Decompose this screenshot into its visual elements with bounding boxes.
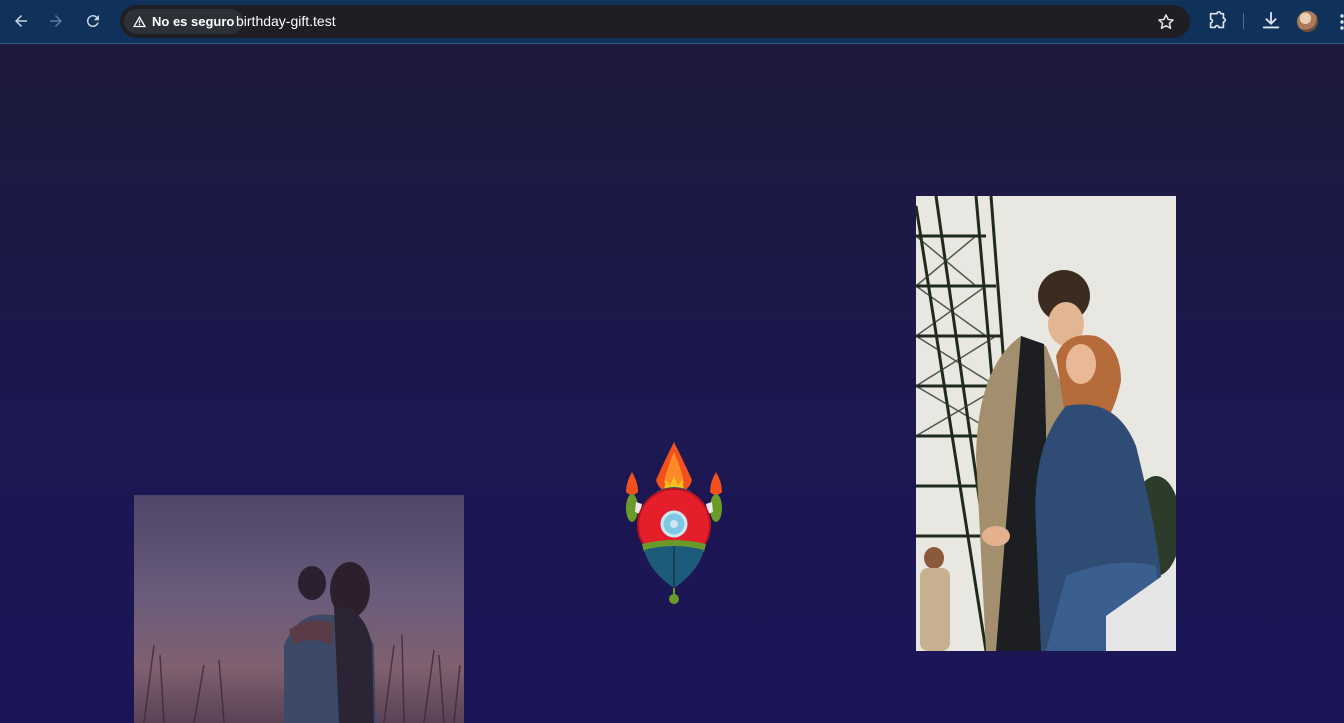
rocket-icon	[626, 442, 722, 604]
url-text[interactable]: birthday-gift.test	[236, 13, 336, 29]
page-background	[0, 44, 1344, 723]
address-bar[interactable]: No es seguro birthday-gift.test	[120, 5, 1190, 38]
couple-in-field-photo	[134, 495, 464, 723]
toolbar-separator	[1243, 13, 1244, 29]
reload-button[interactable]	[80, 8, 106, 34]
star-icon[interactable]	[1156, 12, 1176, 32]
back-button[interactable]	[8, 8, 34, 34]
download-icon[interactable]	[1260, 10, 1282, 32]
reload-icon	[86, 15, 99, 28]
forward-arrow-icon	[50, 15, 62, 27]
couple-eiffel-tower-photo	[916, 196, 1176, 651]
forward-button[interactable]	[43, 8, 69, 34]
security-chip[interactable]: No es seguro	[124, 9, 244, 34]
warning-icon	[132, 15, 147, 28]
security-label: No es seguro	[152, 14, 235, 29]
extensions-icon[interactable]	[1206, 10, 1228, 32]
browser-toolbar: No es seguro birthday-gift.test	[0, 0, 1344, 44]
profile-avatar[interactable]	[1297, 11, 1318, 32]
back-arrow-icon	[15, 15, 27, 27]
menu-icon[interactable]	[1334, 12, 1344, 32]
